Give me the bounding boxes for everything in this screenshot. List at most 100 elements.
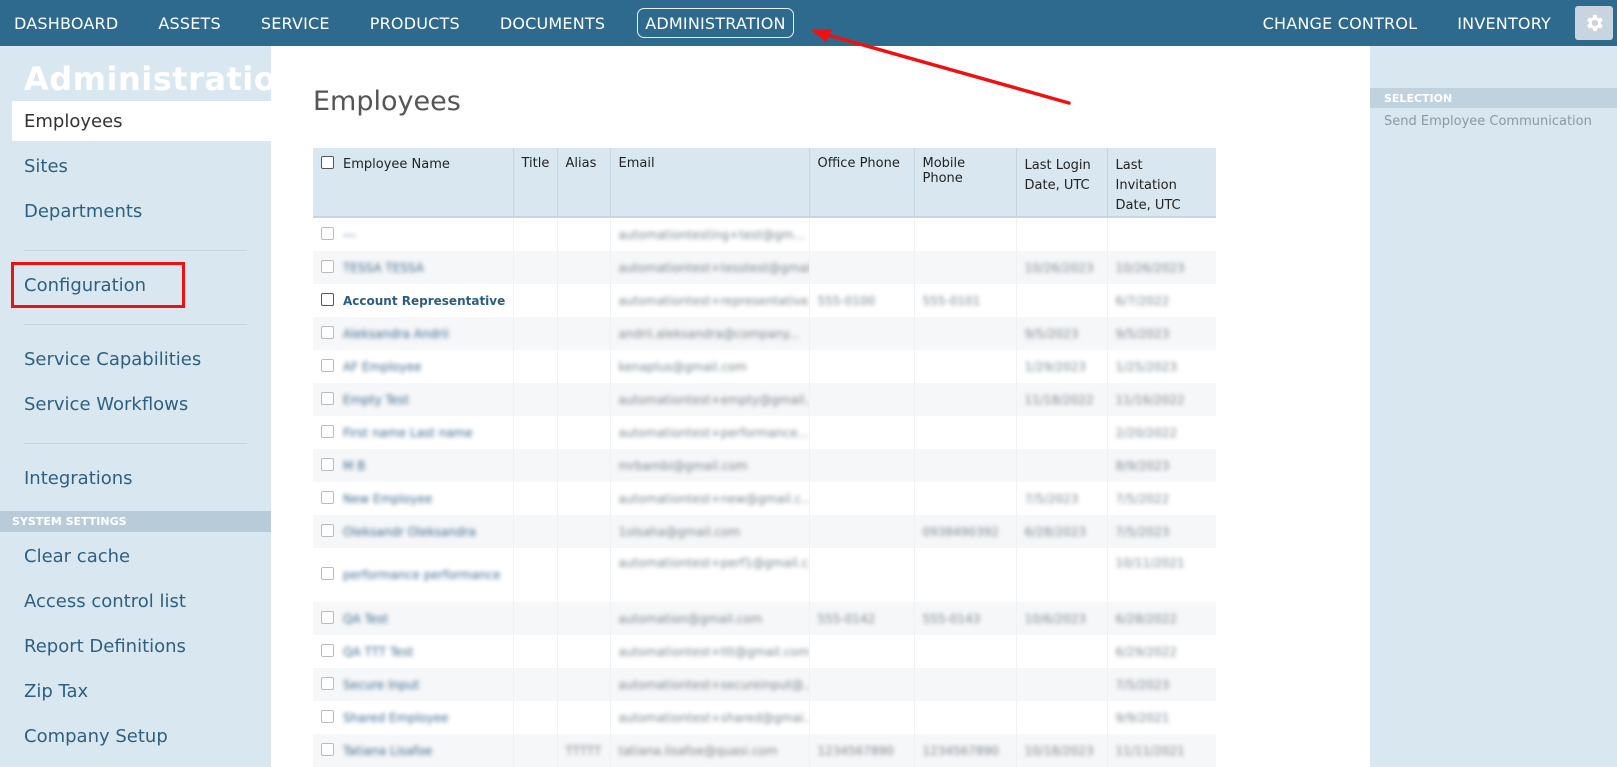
table-row[interactable]: M B mrbambi@gmail.com 8/9/2023 (313, 449, 1216, 482)
select-all-checkbox[interactable] (321, 156, 334, 169)
employee-email: automationtest+shared@gmai... (618, 710, 809, 725)
employee-name-link[interactable]: New Employee (343, 492, 432, 506)
nav-inventory[interactable]: INVENTORY (1437, 0, 1571, 46)
table-row[interactable]: TESSA TESSA automationtest+tesstest@gmai… (313, 251, 1216, 284)
row-checkbox[interactable] (321, 524, 334, 537)
employee-email: andrii.aleksandra@company... (618, 326, 800, 341)
employee-name-link[interactable]: QA TTT Test (343, 645, 413, 659)
table-row[interactable]: First name Last name automationtest+perf… (313, 416, 1216, 449)
table-row[interactable]: Empty Test automationtest+empty@gmail...… (313, 383, 1216, 416)
last-login-date: 1/29/2023 (1024, 359, 1087, 374)
send-employee-communication-link[interactable]: Send Employee Communication (1384, 114, 1592, 129)
column-header-alias[interactable]: Alias (557, 148, 611, 218)
row-checkbox[interactable] (321, 326, 334, 339)
employee-email: automationtest+performance... (618, 425, 809, 440)
table-row[interactable]: Account Representative automationtest+re… (313, 284, 1216, 317)
sidebar-item-employees[interactable]: Employees (12, 101, 271, 141)
sidebar-item-clear-cache[interactable]: Clear cache (12, 536, 271, 576)
sidebar-item-access-control-list[interactable]: Access control list (12, 581, 271, 621)
table-row[interactable]: QA TTT Test automationtest+ttt@gmail.com… (313, 635, 1216, 668)
employee-email: mrbambi@gmail.com (618, 458, 748, 473)
configuration-highlight-box (11, 262, 185, 308)
row-checkbox[interactable] (321, 567, 334, 580)
sidebar-divider (24, 324, 247, 325)
table-row[interactable]: Secure Input automationtest+secureinput@… (313, 668, 1216, 701)
row-checkbox[interactable] (321, 644, 334, 657)
sidebar-item-integrations[interactable]: Integrations (12, 458, 271, 498)
column-header-email[interactable]: Email (610, 148, 810, 218)
employees-table: Employee Name Title Alias Email Office P… (313, 148, 1216, 767)
column-header-last-login[interactable]: Last Login Date, UTC (1016, 148, 1108, 218)
nav-assets[interactable]: ASSETS (138, 0, 241, 46)
row-checkbox[interactable] (321, 227, 334, 240)
table-row[interactable]: Tatiana Lisafoe TTTTT tatiana.lisafoe@qu… (313, 734, 1216, 767)
sidebar-item-report-definitions[interactable]: Report Definitions (12, 626, 271, 666)
employee-name-link[interactable]: M B (343, 459, 365, 473)
table-row[interactable]: Aleksandra Andrii andrii.aleksandra@comp… (313, 317, 1216, 350)
nav-products[interactable]: PRODUCTS (350, 0, 480, 46)
sidebar-divider (24, 443, 247, 444)
employee-name-link[interactable]: TESSA TESSA (343, 261, 424, 275)
last-login-date: 7/5/2023 (1024, 491, 1079, 506)
nav-dashboard[interactable]: DASHBOARD (0, 0, 138, 46)
column-header-office-phone[interactable]: Office Phone (809, 148, 915, 218)
last-invitation-date: 6/7/2022 (1115, 293, 1170, 308)
last-invitation-date: 10/26/2023 (1115, 260, 1185, 275)
settings-button[interactable] (1575, 6, 1613, 40)
employee-name-link[interactable]: Aleksandra Andrii (343, 327, 449, 341)
table-row[interactable]: AF Employee kenaplus@gmail.com 1/29/2023… (313, 350, 1216, 383)
employee-name-link[interactable]: Secure Input (343, 678, 419, 692)
office-phone: 555-0100 (817, 293, 876, 308)
sidebar-item-service-capabilities[interactable]: Service Capabilities (12, 339, 271, 379)
last-invitation-date: 7/5/2023 (1115, 524, 1170, 539)
nav-administration[interactable]: ADMINISTRATION (637, 8, 794, 38)
row-checkbox[interactable] (321, 710, 334, 723)
column-header-last-invitation[interactable]: Last Invitation Date, UTC (1107, 148, 1216, 218)
employee-name-link[interactable]: performance performance (343, 568, 501, 582)
sidebar-item-company-setup[interactable]: Company Setup (12, 716, 271, 756)
row-checkbox[interactable] (321, 491, 334, 504)
table-row[interactable]: Shared Employee automationtest+shared@gm… (313, 701, 1216, 734)
row-checkbox[interactable] (321, 743, 334, 756)
employee-name-link[interactable]: Empty Test (343, 393, 409, 407)
column-header-mobile-phone[interactable]: Mobile Phone (914, 148, 1017, 218)
column-header-title[interactable]: Title (513, 148, 558, 218)
employee-name-link[interactable]: AF Employee (343, 360, 421, 374)
table-row[interactable]: QA Test automation@gmail.com 555-0142 55… (313, 602, 1216, 635)
employee-name-link[interactable]: Account Representative (343, 294, 505, 308)
sidebar-item-departments[interactable]: Departments (12, 191, 271, 231)
nav-documents[interactable]: DOCUMENTS (480, 0, 625, 46)
employee-name-link[interactable]: --- (343, 228, 356, 242)
last-login-date: 10/26/2023 (1024, 260, 1094, 275)
sidebar-item-sites[interactable]: Sites (12, 146, 271, 186)
row-checkbox[interactable] (321, 293, 334, 306)
last-login-date: 10/18/2023 (1024, 743, 1094, 758)
sidebar-item-service-workflows[interactable]: Service Workflows (12, 384, 271, 424)
row-checkbox[interactable] (321, 677, 334, 690)
row-checkbox[interactable] (321, 425, 334, 438)
table-row[interactable]: Oleksandr Oleksandra 1olsaha@gmail.com 0… (313, 515, 1216, 548)
row-checkbox[interactable] (321, 611, 334, 624)
last-invitation-date: 11/16/2022 (1115, 392, 1185, 407)
row-checkbox[interactable] (321, 458, 334, 471)
table-row[interactable]: New Employee automationtest+new@gmail.c.… (313, 482, 1216, 515)
employee-email: automationtest+secureinput@... (618, 677, 809, 692)
nav-change-control[interactable]: CHANGE CONTROL (1243, 0, 1438, 46)
employee-name-link[interactable]: Oleksandr Oleksandra (343, 525, 476, 539)
nav-service[interactable]: SERVICE (241, 0, 350, 46)
sidebar-item-zip-tax[interactable]: Zip Tax (12, 671, 271, 711)
employee-name-link[interactable]: Tatiana Lisafoe (343, 744, 432, 758)
sidebar-heading: Administration (24, 60, 300, 98)
employee-name-link[interactable]: QA Test (343, 612, 388, 626)
column-header-employee-name[interactable]: Employee Name (313, 148, 514, 218)
employee-email: automation@gmail.com (618, 611, 763, 626)
table-row[interactable]: --- automationtesting+test@gm... (313, 217, 1216, 251)
employee-name-link[interactable]: Shared Employee (343, 711, 449, 725)
employee-alias: TTTTT (565, 743, 602, 758)
row-checkbox[interactable] (321, 260, 334, 273)
table-row[interactable]: performance performance automationtest+p… (313, 548, 1216, 602)
admin-sidebar: Administration Employees Sites Departmen… (0, 46, 299, 767)
row-checkbox[interactable] (321, 359, 334, 372)
employee-name-link[interactable]: First name Last name (343, 426, 473, 440)
row-checkbox[interactable] (321, 392, 334, 405)
